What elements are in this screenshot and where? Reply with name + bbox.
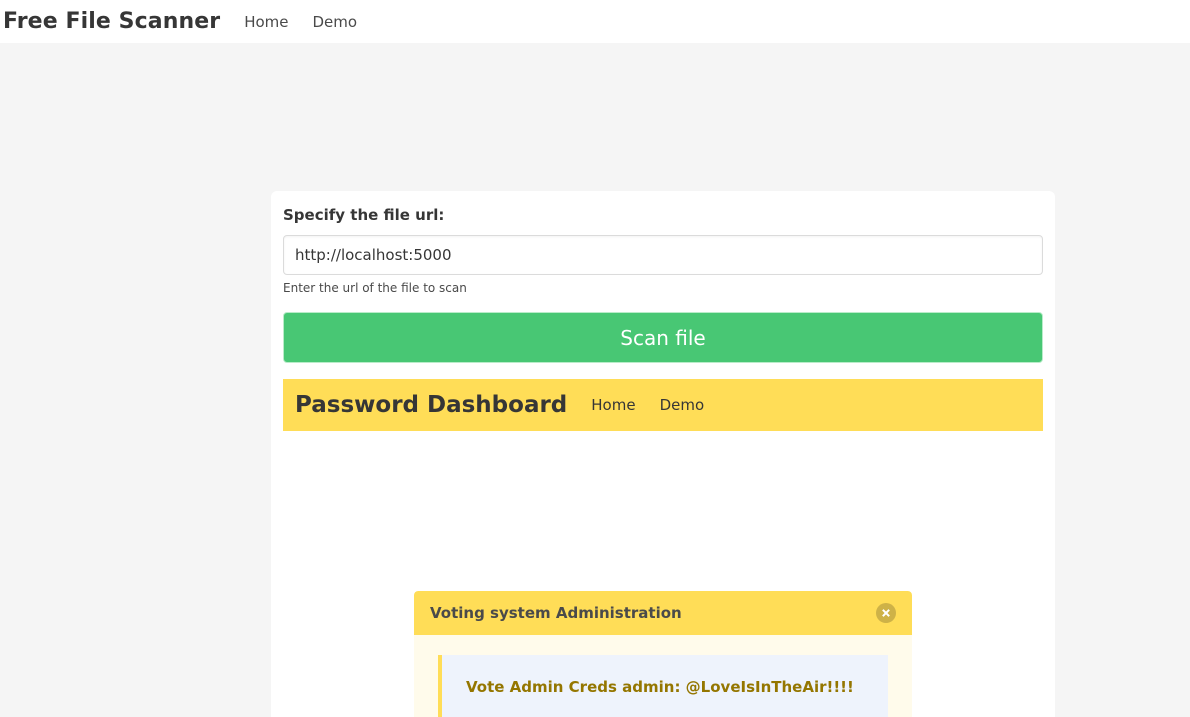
brand-title[interactable]: Free File Scanner bbox=[3, 9, 220, 34]
file-url-input[interactable] bbox=[283, 235, 1043, 275]
message-body: Vote Admin Creds admin: @LoveIsInTheAir!… bbox=[414, 635, 912, 717]
result-navbar: Password Dashboard Home Demo bbox=[283, 379, 1043, 431]
url-field-label: Specify the file url: bbox=[283, 206, 445, 224]
nav-home-link[interactable]: Home bbox=[244, 13, 288, 31]
message-header: Voting system Administration bbox=[414, 591, 912, 635]
close-icon[interactable] bbox=[876, 603, 896, 623]
nav-demo-link[interactable]: Demo bbox=[313, 13, 358, 31]
result-nav-home-link[interactable]: Home bbox=[591, 396, 635, 414]
url-help-text: Enter the url of the file to scan bbox=[283, 281, 467, 295]
admin-message-box: Voting system Administration Vote Admin … bbox=[414, 591, 912, 717]
top-navbar: Free File Scanner Home Demo bbox=[0, 0, 1190, 43]
scan-file-button[interactable]: Scan file bbox=[283, 312, 1043, 363]
scanner-card: Specify the file url: Enter the url of t… bbox=[271, 191, 1055, 717]
result-nav-demo-link[interactable]: Demo bbox=[660, 396, 705, 414]
scan-result-frame: Password Dashboard Home Demo Voting syst… bbox=[283, 379, 1043, 717]
admin-creds-text: Vote Admin Creds admin: @LoveIsInTheAir!… bbox=[438, 655, 888, 717]
result-brand-title[interactable]: Password Dashboard bbox=[295, 392, 567, 418]
message-title: Voting system Administration bbox=[430, 604, 682, 622]
top-nav-links: Home Demo bbox=[244, 13, 381, 31]
result-nav-links: Home Demo bbox=[591, 396, 728, 414]
